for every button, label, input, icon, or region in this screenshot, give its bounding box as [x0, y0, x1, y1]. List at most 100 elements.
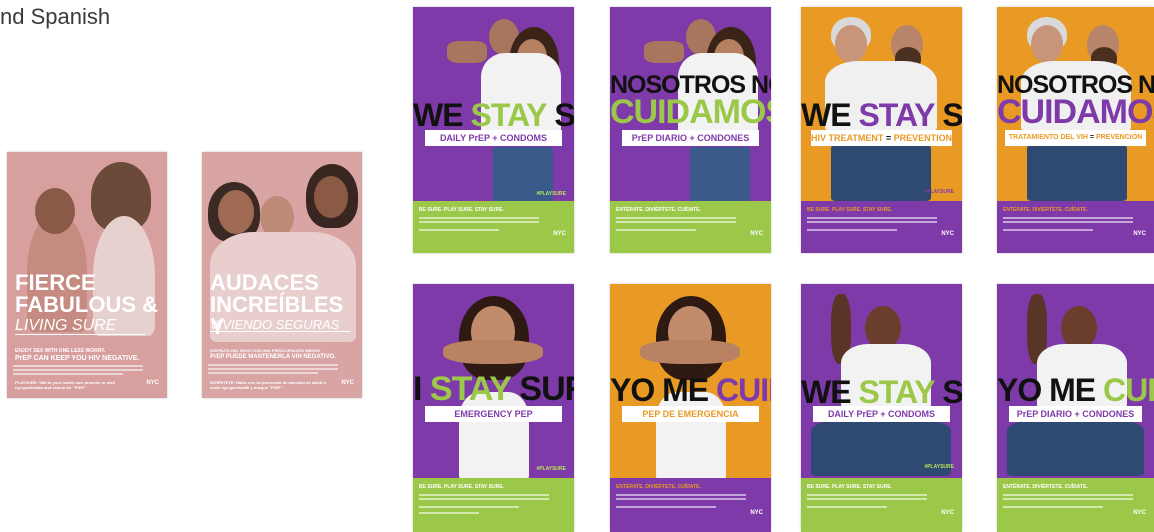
footer-text: DIVIÉRTETE: Hable con su proveedor de at… — [210, 380, 326, 390]
body-text-line — [1003, 506, 1103, 508]
body-text-line — [807, 498, 927, 500]
body-text-line — [13, 373, 123, 375]
headline-word: SURE — [554, 97, 574, 133]
label-part: PREVENTION — [893, 133, 952, 143]
footer-text: PLAYSURE: Talk to your health care provi… — [15, 380, 115, 390]
footer-title: BE SURE. PLAY SURE. STAY SURE. — [419, 484, 504, 490]
person-head — [35, 188, 75, 234]
nyc-logo: NYC — [750, 231, 763, 237]
poster-nosotros-cuidamos-diario[interactable]: NOSOTROS NOS CUIDAMOS PrEP DIARIO + COND… — [610, 7, 771, 253]
person-head — [1031, 25, 1063, 63]
poster-we-stay-sure-man[interactable]: WE STAY SURE DAILY PrEP + CONDOMS #PLAYS… — [801, 284, 962, 532]
footer-title: ENTÉRATE. DIVIÉRTETE. CUÍDATE. — [1003, 484, 1088, 490]
body-text-line — [419, 229, 499, 231]
body-text-line — [807, 506, 887, 508]
headline-word: WE — [801, 374, 852, 410]
poster-footer: BE SURE. PLAY SURE. STAY SURE. NYC — [801, 478, 962, 532]
headline-word-highlight: STAY — [429, 370, 512, 408]
poster-nosotros-cuidamos-vih[interactable]: NOSOTROS NOS CUIDAMOS TRATAMIENTO DEL VI… — [997, 7, 1154, 253]
body-text-line — [208, 364, 338, 366]
callout-text: PrEP CAN KEEP YOU HIV NEGATIVE. — [15, 355, 140, 362]
headline-word: SURE — [519, 370, 574, 408]
jeans-figure — [1027, 145, 1127, 201]
poster-i-stay-sure-emergency-pep[interactable]: I STAY SURE EMERGENCY PEP #PLAYSURE BE S… — [413, 284, 574, 532]
body-text-line — [419, 506, 519, 508]
body-text-line — [419, 217, 539, 219]
headline-word: WE — [413, 97, 464, 133]
poster-label: TRATAMIENTO DEL VIH = PREVENCIÓN — [1005, 130, 1146, 146]
hashtag: #PLAYSURE — [536, 191, 566, 197]
headline-word-highlight: STAY — [858, 97, 935, 133]
poster-footer: ENTÉRATE. DIVIÉRTETE. CUÍDATE. NYC — [610, 478, 771, 532]
label-part: HIV TREATMENT — [811, 133, 884, 143]
footer-title: BE SURE. PLAY SURE. STAY SURE. — [807, 484, 892, 490]
body-text-line — [419, 512, 479, 514]
poster-headline: YO ME CUIDO — [610, 374, 771, 406]
headline-word: SURE — [942, 97, 962, 133]
poster-headline: YO ME CUIDO — [997, 374, 1154, 406]
poster-we-stay-sure-hiv-treatment[interactable]: WE STAY SURE HIV TREATMENT = PREVENTION … — [801, 7, 962, 253]
body-text-line — [616, 506, 716, 508]
headline-word: SURE — [942, 374, 962, 410]
body-text-line — [1003, 229, 1093, 231]
body-text-line — [616, 217, 736, 219]
body-text-line — [616, 229, 696, 231]
footer-title: ENTÉRATE. DIVIÉRTETE. CUÍDATE. — [616, 207, 701, 213]
poster-footer: ENTÉRATE. DIVIÉRTETE. CUÍDATE. NYC — [997, 478, 1154, 532]
caption-text: nd Spanish — [0, 4, 111, 29]
poster-yo-me-cuido-pep[interactable]: YO ME CUIDO PEP DE EMERGENCIA ENTÉRATE. … — [610, 284, 771, 532]
body-text-line — [208, 372, 318, 374]
poster-label: HIV TREATMENT = PREVENTION — [811, 130, 952, 146]
body-text-line — [419, 494, 549, 496]
poster-footer: BE SURE. PLAY SURE. STAY SURE. — [413, 478, 574, 532]
label-part: TRATAMIENTO DEL VIH — [1008, 134, 1088, 141]
label-equals: = — [1089, 134, 1094, 141]
jeans-figure — [690, 147, 750, 203]
jeans-figure — [831, 145, 931, 201]
body-text-line — [807, 494, 927, 496]
poster-footer: ENTÉRATE. DIVIÉRTETE. CUÍDATE. NYC — [610, 201, 771, 253]
hashtag: #PLAYSURE — [924, 464, 954, 470]
headline-word: I — [413, 370, 423, 408]
poster-audaces-increibles[interactable]: AUDACES INCREÍBLES Y VIVIENDO SEGURAS DI… — [202, 152, 362, 398]
poster-yo-me-cuido-diario[interactable]: YO ME CUIDO PrEP DIARIO + CONDONES ENTÉR… — [997, 284, 1154, 532]
poster-footer: BE SURE. PLAY SURE. STAY SURE. NYC — [413, 201, 574, 253]
body-text-line — [1003, 221, 1133, 223]
footer-title: ENTÉRATE. DIVIÉRTETE. CUÍDATE. — [616, 484, 701, 490]
poster-headline-line-2: CUIDAMOS — [610, 93, 771, 131]
poster-label: PrEP DIARIO + CONDONES — [1009, 406, 1142, 422]
headline-line-1: AUDACES — [210, 270, 319, 295]
person-figure — [644, 41, 684, 63]
body-text-line — [616, 498, 746, 500]
poster-label: DAILY PrEP + CONDOMS — [813, 406, 950, 422]
poster-we-stay-sure-daily[interactable]: WE STAY SURE DAILY PrEP + CONDOMS #PLAYS… — [413, 7, 574, 253]
nyc-logo: NYC — [941, 510, 954, 516]
body-text-line — [807, 221, 937, 223]
nyc-logo: NYC — [1133, 510, 1146, 516]
poster-label: EMERGENCY PEP — [425, 406, 562, 422]
nyc-logo: NYC — [553, 231, 566, 237]
person-head — [218, 190, 254, 234]
nyc-logo: NYC — [941, 231, 954, 237]
headline-subline: LIVING SURE — [15, 318, 145, 335]
body-text-line — [616, 221, 736, 223]
body-text-line — [419, 221, 539, 223]
body-text-line — [208, 368, 338, 370]
poster-footer: ENTÉRATE. DIVIÉRTETE. CUÍDATE. NYC — [997, 201, 1154, 253]
nyc-logo: NYC — [750, 510, 763, 516]
body-text-line — [419, 498, 549, 500]
body-text-line — [1003, 494, 1133, 496]
headline-line-2: FABULOUS & — [15, 292, 158, 317]
body-text-line — [807, 229, 897, 231]
person-figure — [447, 41, 487, 63]
headline-subline: VIVIENDO SEGURAS — [210, 318, 350, 332]
headline-word-highlight: STAY — [858, 374, 935, 410]
body-text-line — [616, 494, 746, 496]
poster-label: DAILY PrEP + CONDOMS — [425, 130, 562, 146]
headline-word-highlight: CUIDO — [1103, 372, 1154, 408]
poster-headline: WE STAY SURE — [801, 99, 962, 131]
poster-label: PEP DE EMERGENCIA — [622, 406, 759, 422]
poster-headline: WE STAY SURE — [801, 376, 962, 408]
label-equals: = — [885, 133, 892, 143]
poster-fierce-fabulous[interactable]: FIERCE FABULOUS & LIVING SURE ENJOY SEX … — [7, 152, 167, 398]
